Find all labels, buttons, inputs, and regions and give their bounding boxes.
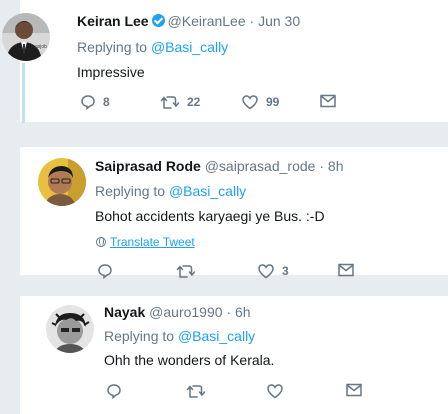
tweet-header: Nayak @auro1990 · 6h: [104, 304, 251, 320]
tweet-text: Ohh the wonders of Kerala.: [104, 352, 275, 368]
translate-tweet-label: Translate Tweet: [110, 235, 195, 249]
replying-to-label: Replying to: [77, 39, 148, 55]
replying-to-label: Replying to: [95, 183, 166, 199]
display-name[interactable]: Nayak: [104, 304, 145, 320]
tweet-header: Saiprasad Rode @saiprasad_rode · 8h: [95, 158, 343, 174]
like-icon: [258, 264, 274, 279]
avatar-nayak[interactable]: [46, 305, 94, 353]
retweet-count: 22: [187, 95, 201, 109]
verified-badge-icon: [151, 14, 165, 27]
user-handle[interactable]: @KeiranLee: [168, 13, 246, 29]
like-count: 3: [282, 264, 289, 278]
tweet-text: Bohot accidents karyaegi ye Bus. :-D: [95, 208, 325, 224]
like-icon: [242, 95, 258, 110]
translate-tweet-link[interactable]: Translate Tweet: [96, 235, 195, 249]
reply-icon: [98, 264, 112, 279]
reply-icon: [107, 384, 121, 399]
reply-count: 8: [103, 95, 110, 109]
replying-to-line: Replying to @Basi_cally: [95, 183, 246, 199]
replying-to-label: Replying to: [104, 328, 175, 344]
like-button[interactable]: 3: [257, 263, 289, 279]
message-icon: [346, 383, 362, 397]
display-name[interactable]: Saiprasad Rode: [95, 158, 201, 174]
retweet-icon: [176, 265, 196, 278]
retweet-button[interactable]: [186, 383, 213, 399]
separator-dot: ·: [319, 158, 325, 174]
user-handle[interactable]: @auro1990: [149, 304, 222, 320]
reply-icon: [81, 95, 95, 110]
svg-text:asjob: asjob: [35, 44, 47, 50]
replying-to-mention[interactable]: @Basi_cally: [178, 328, 255, 344]
reply-button[interactable]: [106, 383, 129, 399]
direct-message-button[interactable]: [346, 383, 362, 397]
avatar-keiran-lee[interactable]: asjob: [2, 13, 50, 61]
retweet-button[interactable]: [176, 263, 203, 279]
replying-to-line: Replying to @Basi_cally: [77, 39, 228, 55]
user-handle[interactable]: @saiprasad_rode: [205, 158, 316, 174]
like-count: 99: [266, 95, 280, 109]
tweet-timestamp[interactable]: Jun 30: [258, 13, 300, 29]
separator-dot: ·: [226, 304, 232, 320]
thread-line: [22, 63, 25, 123]
direct-message-button[interactable]: [338, 263, 354, 277]
retweet-button[interactable]: 22: [160, 94, 200, 110]
reply-button[interactable]: [97, 263, 120, 279]
reply-button[interactable]: 8: [80, 94, 110, 110]
avatar-saiprasad-rode[interactable]: [38, 158, 86, 206]
replying-to-line: Replying to @Basi_cally: [104, 328, 255, 344]
message-icon: [338, 263, 354, 277]
display-name[interactable]: Keiran Lee: [77, 13, 149, 29]
globe-icon: [96, 237, 106, 247]
separator-dot: ·: [249, 13, 255, 29]
replying-to-mention[interactable]: @Basi_cally: [169, 183, 246, 199]
tweet-header: Keiran Lee @KeiranLee · Jun 30: [77, 13, 300, 29]
retweet-icon: [186, 385, 206, 398]
like-button[interactable]: 99: [241, 94, 279, 110]
tweet-text: Impressive: [77, 64, 145, 80]
tweet-timestamp[interactable]: 6h: [235, 304, 251, 320]
like-button[interactable]: [266, 383, 291, 399]
replying-to-mention[interactable]: @Basi_cally: [151, 39, 228, 55]
tweet-timestamp[interactable]: 8h: [328, 158, 344, 174]
message-icon: [320, 94, 336, 108]
like-icon: [267, 384, 283, 399]
direct-message-button[interactable]: [320, 94, 336, 108]
retweet-icon: [160, 96, 180, 109]
